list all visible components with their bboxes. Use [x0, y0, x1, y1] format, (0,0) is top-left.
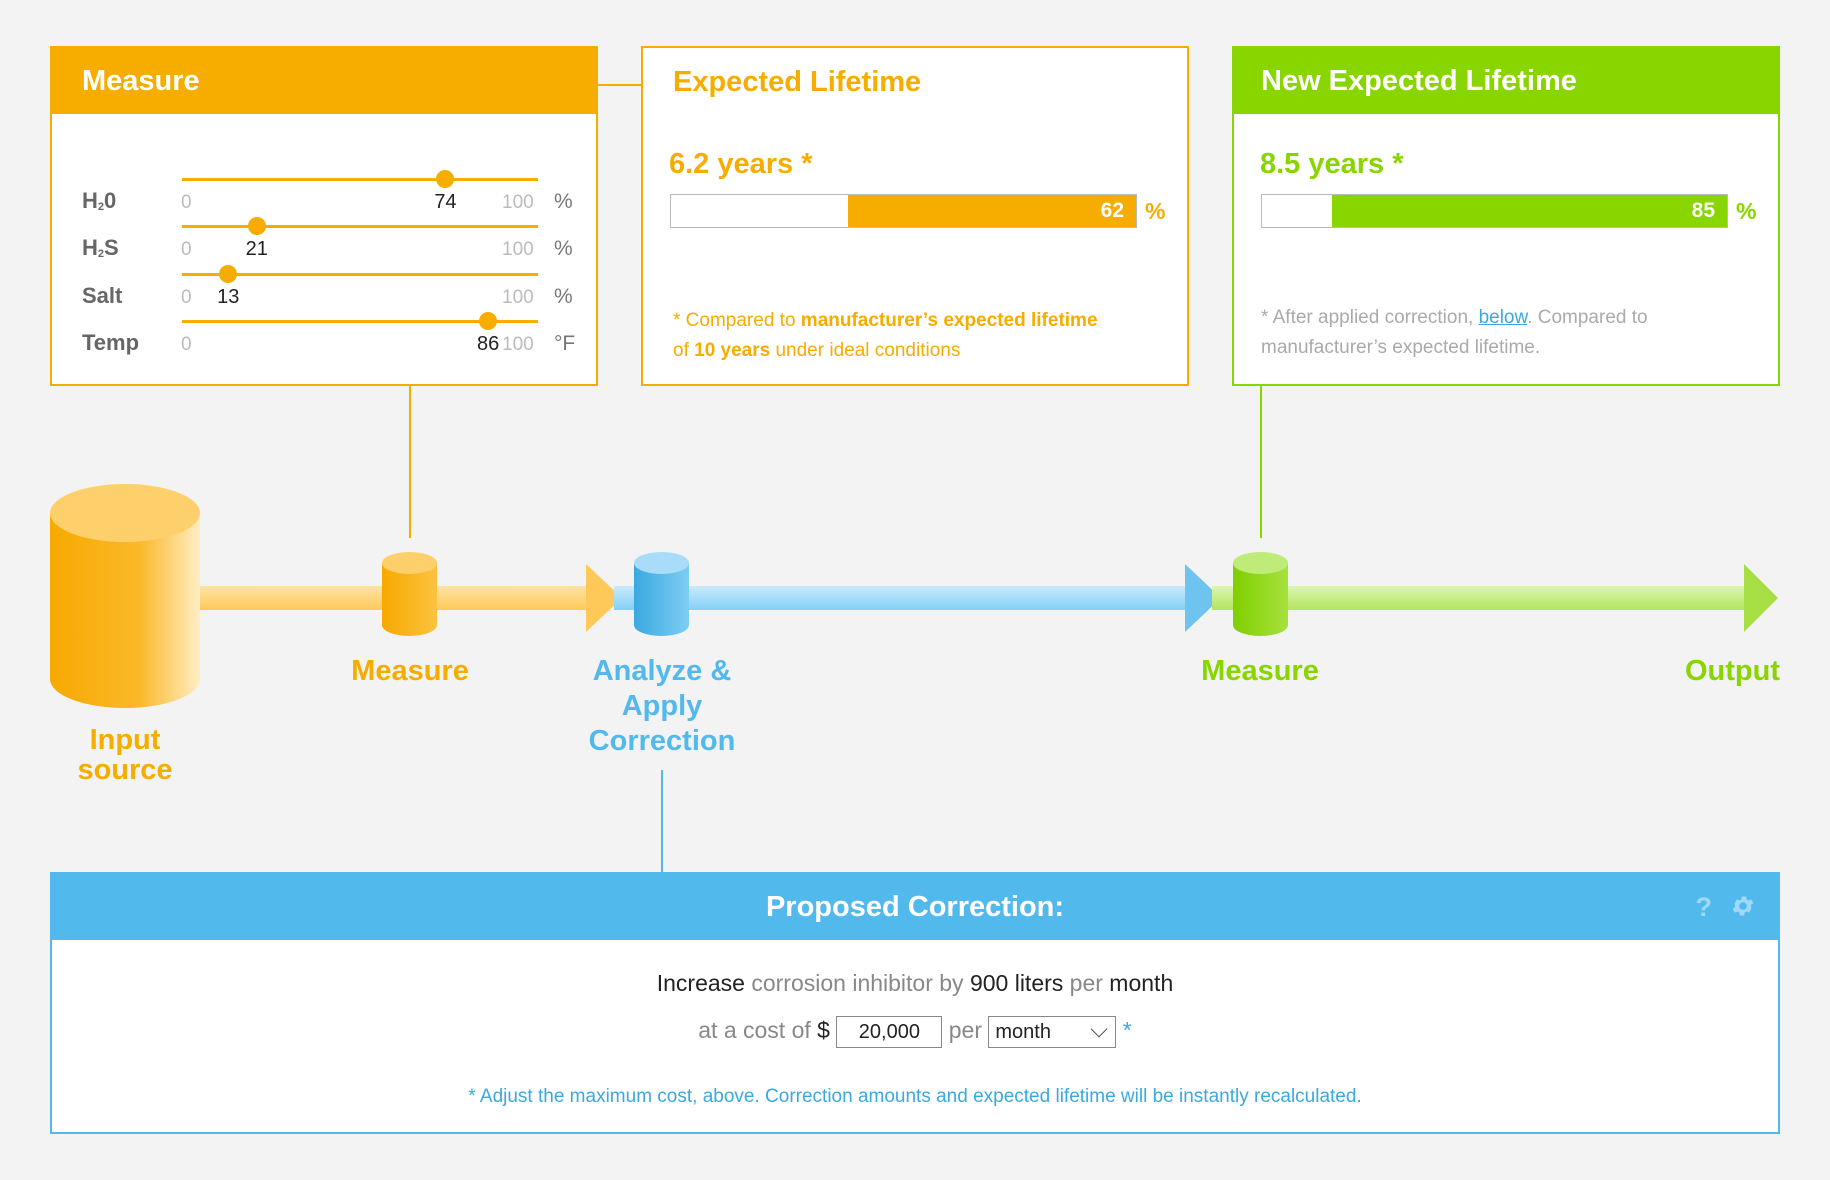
new-expected-years: 8.5 years * [1260, 148, 1404, 180]
measure-stage-label: Measure [351, 655, 469, 687]
param-unit: °F [554, 332, 576, 355]
measure2-cylinder[interactable] [1233, 552, 1288, 638]
param-unit: % [554, 285, 573, 308]
measure-panel-title: Measure [52, 48, 596, 114]
param-label: Temp [82, 330, 140, 355]
expected-years: 6.2 years * [669, 148, 813, 180]
measure-param-row: H20 74 0 100% [52, 170, 596, 218]
connector-measure-panel [409, 386, 411, 538]
expected-lifetime-title: Expected Lifetime [673, 66, 922, 98]
new-lifetime-bar: 85 [1261, 194, 1728, 228]
correction-note: * Adjust the maximum cost, above. Correc… [468, 1086, 1362, 1107]
param-label: Salt [82, 283, 123, 308]
param-label: H2S [82, 235, 119, 260]
slider-min: 0 [181, 287, 192, 308]
slider-max: 100 [502, 287, 534, 308]
param-unit: % [554, 237, 573, 260]
analyze-stage-label: Analyze & Apply Correction [588, 655, 736, 757]
slider-track[interactable] [182, 312, 538, 330]
expected-footnote: * Compared to manufacturer’s expected li… [673, 310, 1098, 361]
param-unit: % [554, 190, 573, 213]
slider-min: 0 [181, 334, 192, 355]
connector-new-measure-panel [1260, 386, 1262, 538]
correction-summary: Increase corrosion inhibitor by 900 lite… [656, 970, 1174, 996]
measure-param-row: H2S 21 0 100% [52, 217, 596, 265]
slider-track[interactable] [182, 217, 538, 235]
new-expected-lifetime-panel: New Expected Lifetime 8.5 years * 85 % *… [1232, 46, 1780, 386]
slider-value: 21 [245, 238, 268, 260]
new-percent-symbol: % [1736, 198, 1757, 224]
chevron-down-icon [1090, 1020, 1108, 1038]
slider-value: 74 [434, 191, 457, 213]
measure2-stage-label: Measure [1201, 655, 1319, 687]
pipe-green [1212, 586, 1748, 610]
correction-title: Proposed Correction: [765, 891, 1065, 923]
help-icon[interactable]: ? [1696, 874, 1713, 940]
slider-value: 13 [217, 286, 240, 308]
expected-lifetime-bar-fill: 62 [847, 195, 1136, 227]
input-source-label: Input source [77, 724, 173, 786]
measure-cylinder[interactable] [382, 552, 437, 638]
measure-param-row: Temp 86 0 100 °F [52, 312, 596, 360]
slider-track[interactable] [182, 265, 538, 283]
output-stage-label: Output [1684, 655, 1780, 687]
correction-cost-row: at a cost of $ 20,000 per month * [52, 1016, 1778, 1048]
slider-thumb[interactable] [247, 217, 266, 235]
pipe-blue [614, 586, 1188, 610]
gear-icon[interactable] [1730, 893, 1756, 919]
new-expected-lifetime-title: New Expected Lifetime [1234, 48, 1778, 114]
expected-percent-symbol: % [1145, 198, 1166, 224]
arrowhead-green [1744, 564, 1778, 632]
connector-measure-to-lifetime [598, 84, 641, 86]
connector-correction-panel [661, 770, 663, 872]
new-lifetime-bar-fill: 85 [1331, 195, 1727, 227]
measure-param-row: Salt 13 0 100% [52, 265, 596, 313]
below-link[interactable]: below [1479, 307, 1528, 328]
correction-header: Proposed Correction: ? [52, 874, 1778, 940]
slider-max: 100 [502, 192, 534, 213]
slider-value: 86 [477, 333, 500, 355]
max-cost-input[interactable]: 20,000 [836, 1016, 943, 1048]
input-source-cylinder[interactable] [50, 484, 200, 710]
param-label: H20 [82, 188, 117, 213]
slider-thumb[interactable] [219, 265, 238, 283]
analyze-cylinder[interactable] [634, 552, 689, 638]
expected-lifetime-bar: 62 [670, 194, 1137, 228]
slider-min: 0 [181, 239, 192, 260]
new-expected-footnote: * After applied correction, below. Compa… [1261, 307, 1648, 358]
proposed-correction-panel: Proposed Correction: ? Increase corrosio… [50, 872, 1780, 1134]
slider-max: 100 [502, 239, 534, 260]
slider-track[interactable] [182, 170, 538, 188]
expected-lifetime-panel: Expected Lifetime 6.2 years * 62 % * Com… [641, 46, 1189, 386]
period-select[interactable]: month [988, 1016, 1117, 1048]
measure-panel: Measure H20 74 0 100% H2S 21 0 100% Salt 13 0 100% T… [50, 46, 598, 386]
slider-min: 0 [181, 192, 192, 213]
slider-max: 100 [502, 334, 534, 355]
slider-thumb[interactable] [436, 170, 455, 188]
slider-thumb[interactable] [479, 312, 498, 330]
